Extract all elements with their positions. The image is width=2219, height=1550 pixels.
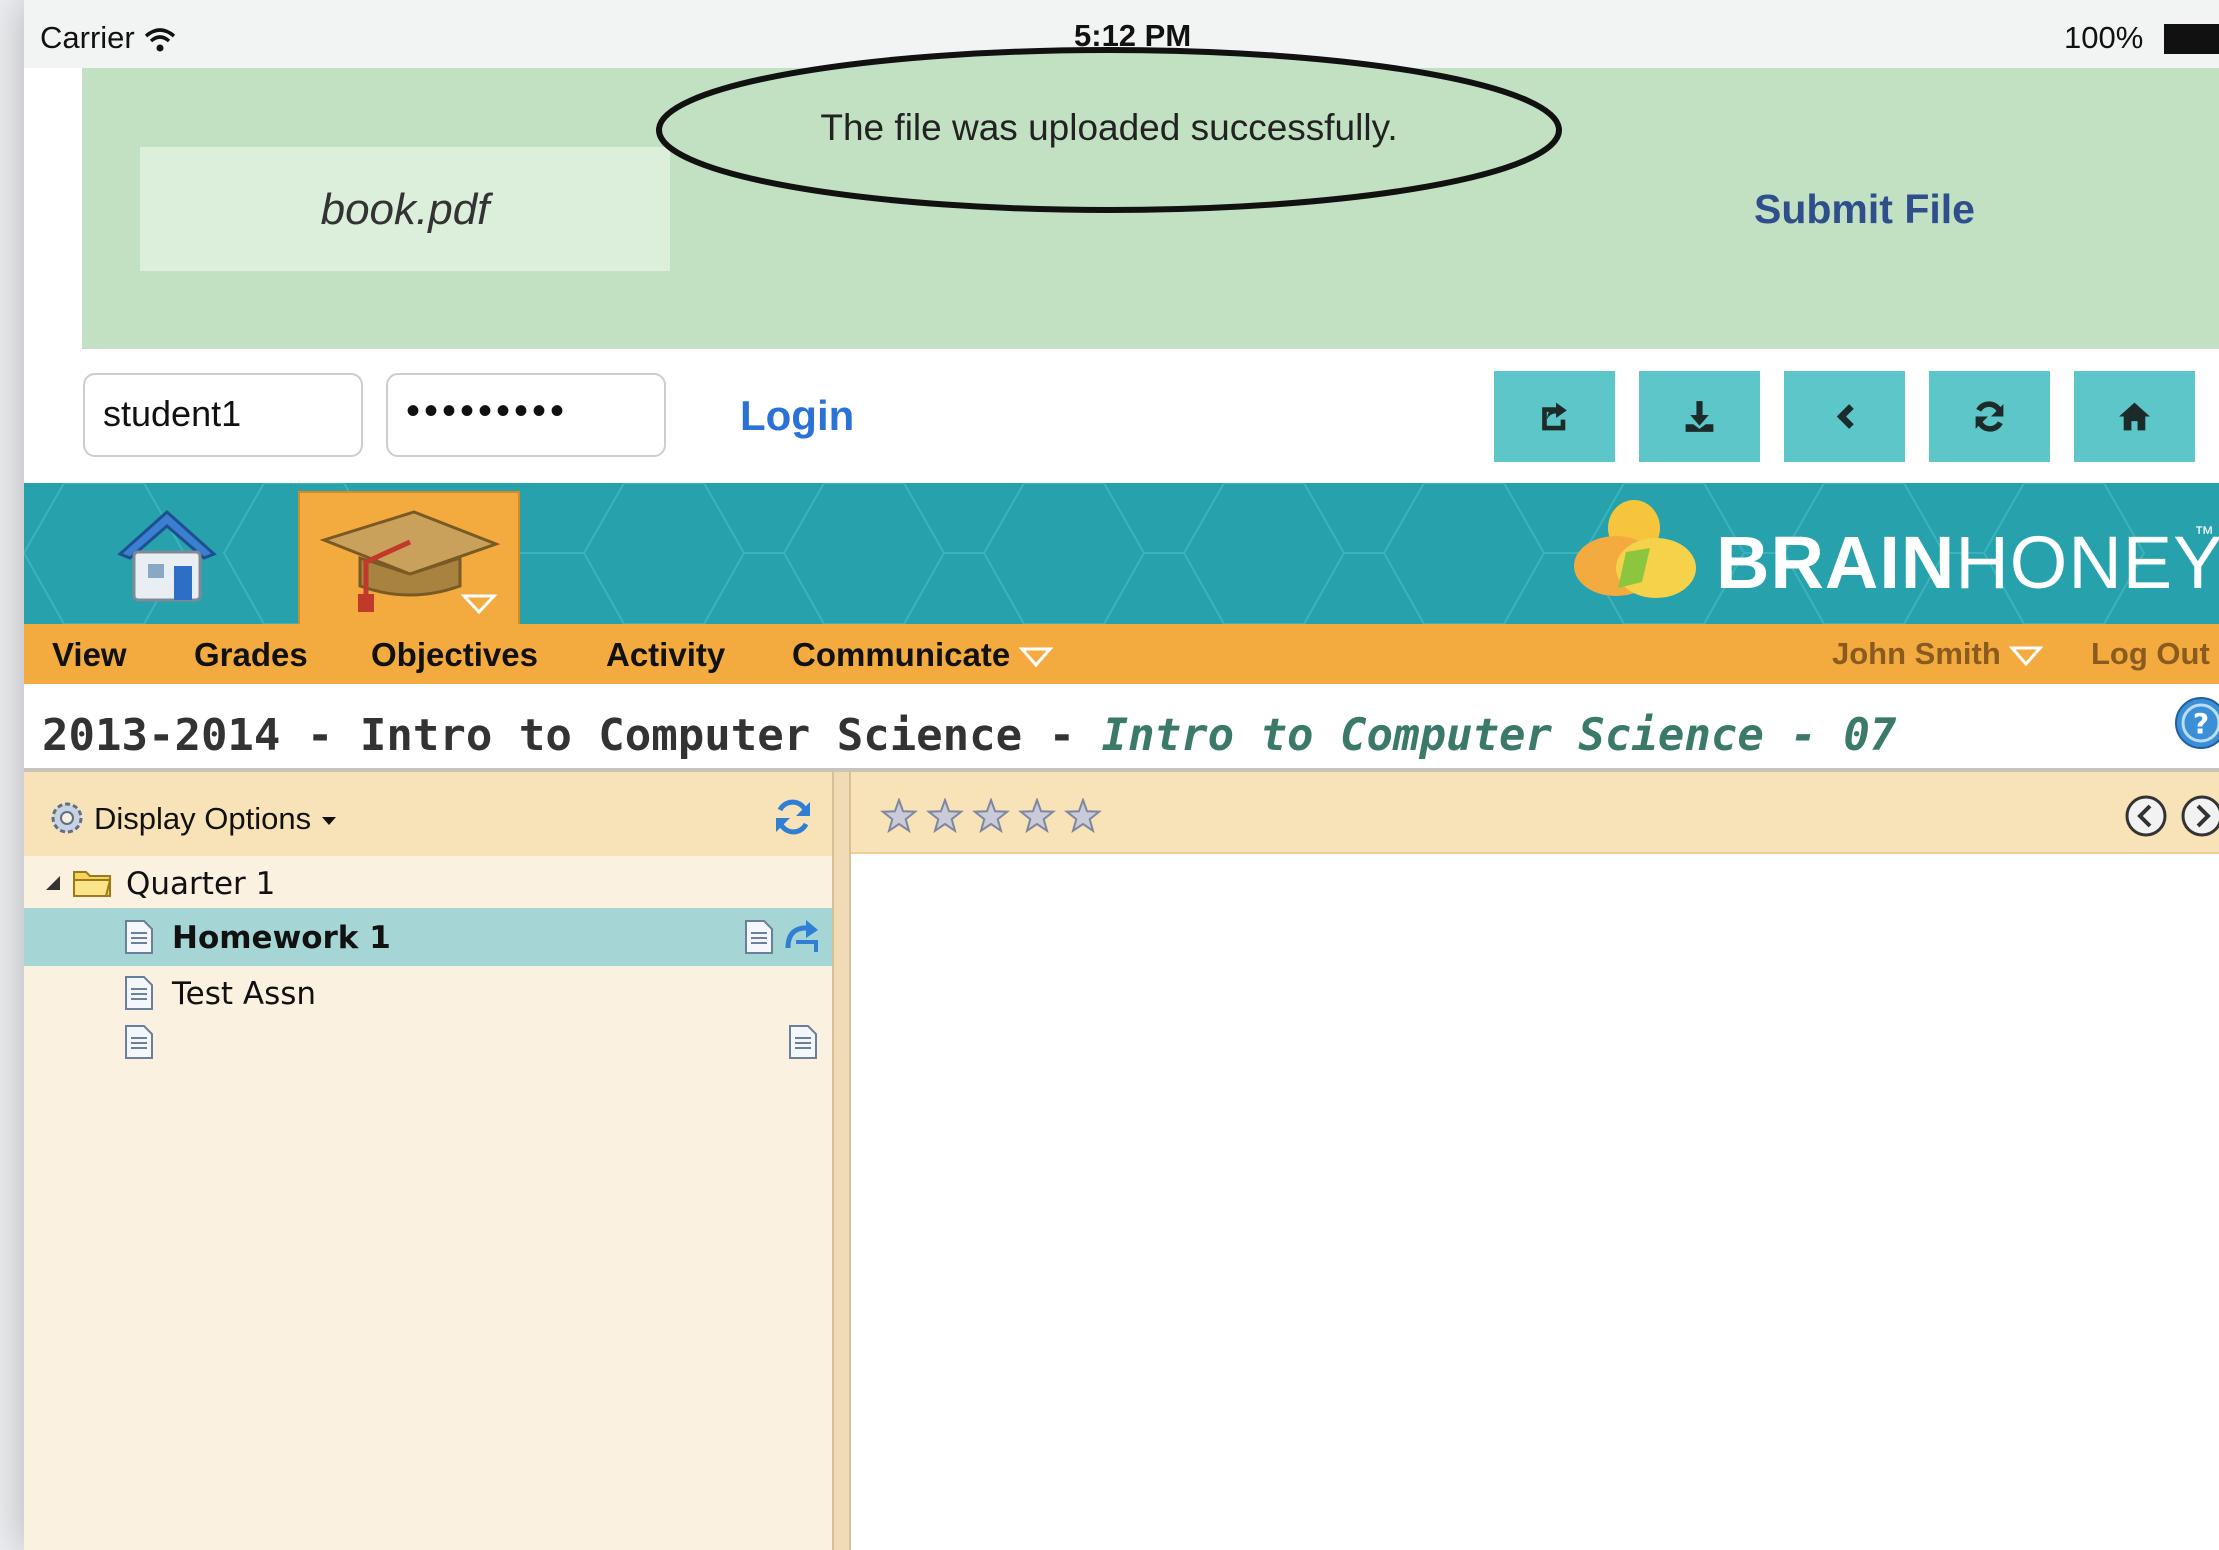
tree-label: Test Assn (172, 976, 317, 1012)
chevron-down-icon (2009, 646, 2044, 667)
battery-icon (2164, 24, 2219, 54)
logout-link[interactable]: Log Out (2091, 636, 2210, 672)
previous-item-icon[interactable] (2124, 794, 2168, 838)
expand-triangle-icon[interactable] (44, 874, 62, 892)
document-icon[interactable] (744, 919, 774, 955)
tree-folder-quarter-1[interactable]: Quarter 1 (24, 856, 832, 908)
share-icon (1542, 402, 1567, 431)
user-menu[interactable]: John Smith (1832, 636, 2044, 672)
battery-percent: 100% (2064, 20, 2144, 55)
home-tab-icon[interactable] (112, 506, 222, 606)
user-name: John Smith (1832, 636, 2001, 671)
nav-view[interactable]: View (52, 636, 127, 674)
upload-success-message: The file was uploaded successfully. (820, 107, 1398, 148)
login-button[interactable]: Login (740, 392, 854, 440)
gear-icon (51, 802, 83, 834)
refresh-icon (1975, 401, 2004, 432)
refresh-outline-icon[interactable] (772, 796, 814, 838)
content-panel (851, 772, 2219, 1550)
nav-objectives[interactable]: Objectives (371, 636, 538, 674)
back-icon (1836, 404, 1854, 429)
brainhoney-logo: BRAINHONEY (1716, 521, 2219, 604)
graduation-cap-icon (319, 510, 501, 615)
home-button[interactable] (2074, 371, 2195, 462)
download-icon (1685, 401, 1714, 432)
nav-grades[interactable]: Grades (194, 636, 308, 674)
chevron-down-icon (1019, 647, 1054, 668)
help-icon[interactable]: ? (2174, 696, 2219, 750)
tree-item-test-assn[interactable]: Test Assn (24, 966, 832, 1020)
document-icon (125, 920, 153, 954)
folder-icon (73, 871, 112, 897)
password-input[interactable]: ••••••••• (386, 373, 666, 457)
star-icon[interactable] (880, 798, 918, 834)
file-name: book.pdf (320, 185, 490, 234)
nav-communicate[interactable]: Communicate (792, 636, 1054, 674)
download-button[interactable] (1639, 371, 1760, 462)
star-icon[interactable] (1064, 798, 1102, 834)
username-input[interactable]: student1 (83, 373, 363, 457)
tree-item-unnamed[interactable] (24, 1020, 832, 1074)
wifi-icon (145, 28, 176, 52)
rating-stars[interactable] (880, 798, 1110, 836)
tree-label: Homework 1 (172, 920, 391, 956)
panel-splitter[interactable] (832, 772, 851, 1550)
nav-activity[interactable]: Activity (606, 636, 725, 674)
brainhoney-logo-icon (1574, 500, 1696, 598)
star-icon[interactable] (972, 798, 1010, 834)
document-icon (125, 1025, 153, 1059)
course-title: 2013-2014 - Intro to Computer Science - … (42, 710, 1897, 761)
display-options-label: Display Options (94, 801, 312, 836)
tree-label: Quarter 1 (126, 866, 276, 902)
home-icon (2119, 402, 2150, 431)
course-section: Intro to Computer Science - 07 (1101, 710, 1897, 761)
star-icon[interactable] (1018, 798, 1056, 834)
caret-down-icon (321, 816, 336, 825)
refresh-button[interactable] (1929, 371, 2050, 462)
share-button[interactable] (1494, 371, 1615, 462)
nav-communicate-label: Communicate (792, 636, 1011, 673)
trademark-symbol: ™ (2194, 523, 2214, 545)
star-icon[interactable] (926, 798, 964, 834)
document-icon[interactable] (788, 1024, 818, 1060)
submit-file-button[interactable]: Submit File (1754, 186, 1975, 233)
back-button[interactable] (1784, 371, 1905, 462)
app-window: Carrier 5:12 PM 100% book.pdf Submit Fil… (24, 0, 2219, 1550)
next-item-icon[interactable] (2180, 794, 2219, 838)
carrier-label: Carrier (40, 20, 177, 56)
submit-arrow-icon[interactable] (782, 918, 822, 956)
display-options-button[interactable]: Display Options (94, 801, 338, 837)
document-icon (125, 976, 153, 1010)
selected-file-box[interactable]: book.pdf (140, 147, 670, 271)
tree-item-homework-1[interactable]: Homework 1 (24, 908, 832, 966)
svg-text:?: ? (2193, 707, 2209, 740)
